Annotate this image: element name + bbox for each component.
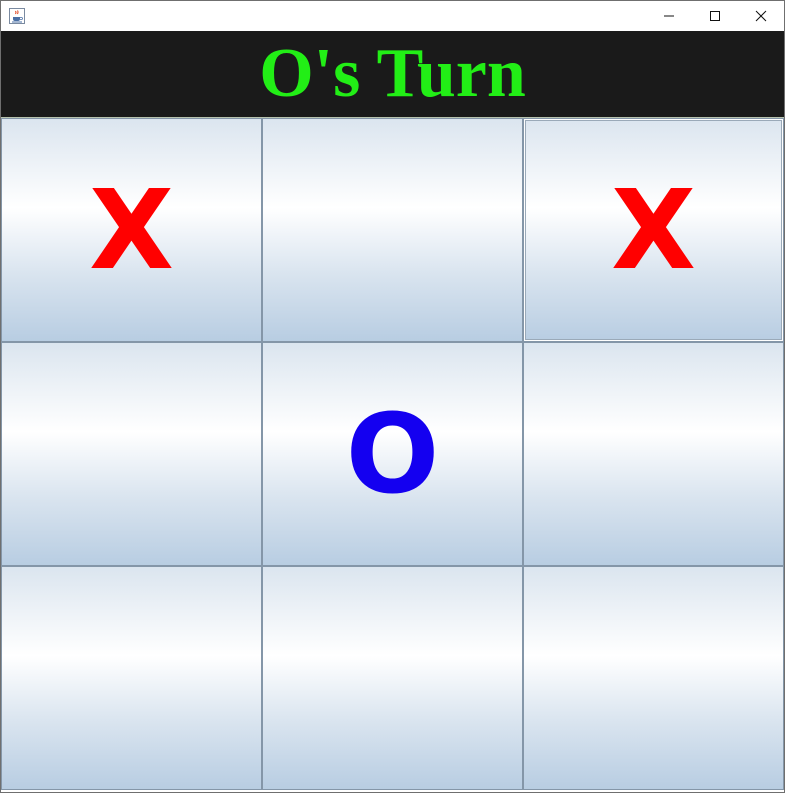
app-window: O's Turn X X O — [0, 0, 785, 793]
board-cell-5[interactable]: O — [262, 342, 523, 566]
close-icon — [755, 10, 767, 22]
maximize-button[interactable] — [692, 1, 738, 31]
turn-status-text: O's Turn — [259, 35, 526, 112]
turn-banner: O's Turn — [1, 31, 784, 117]
cell-mark: X — [611, 166, 696, 294]
java-cup-icon — [9, 8, 25, 24]
window-controls — [646, 1, 784, 31]
board-cell-9[interactable] — [523, 566, 784, 790]
board-cell-3[interactable]: X — [523, 118, 784, 342]
board-cell-2[interactable] — [262, 118, 523, 342]
board-cell-7[interactable] — [1, 566, 262, 790]
game-board: X X O — [1, 117, 784, 790]
title-bar[interactable] — [1, 1, 784, 31]
board-cell-6[interactable] — [523, 342, 784, 566]
cell-mark: X — [89, 166, 174, 294]
cell-mark: O — [345, 390, 440, 518]
maximize-icon — [710, 11, 720, 21]
minimize-icon — [664, 15, 674, 17]
board-cell-4[interactable] — [1, 342, 262, 566]
minimize-button[interactable] — [646, 1, 692, 31]
close-button[interactable] — [738, 1, 784, 31]
board-cell-8[interactable] — [262, 566, 523, 790]
board-cell-1[interactable]: X — [1, 118, 262, 342]
